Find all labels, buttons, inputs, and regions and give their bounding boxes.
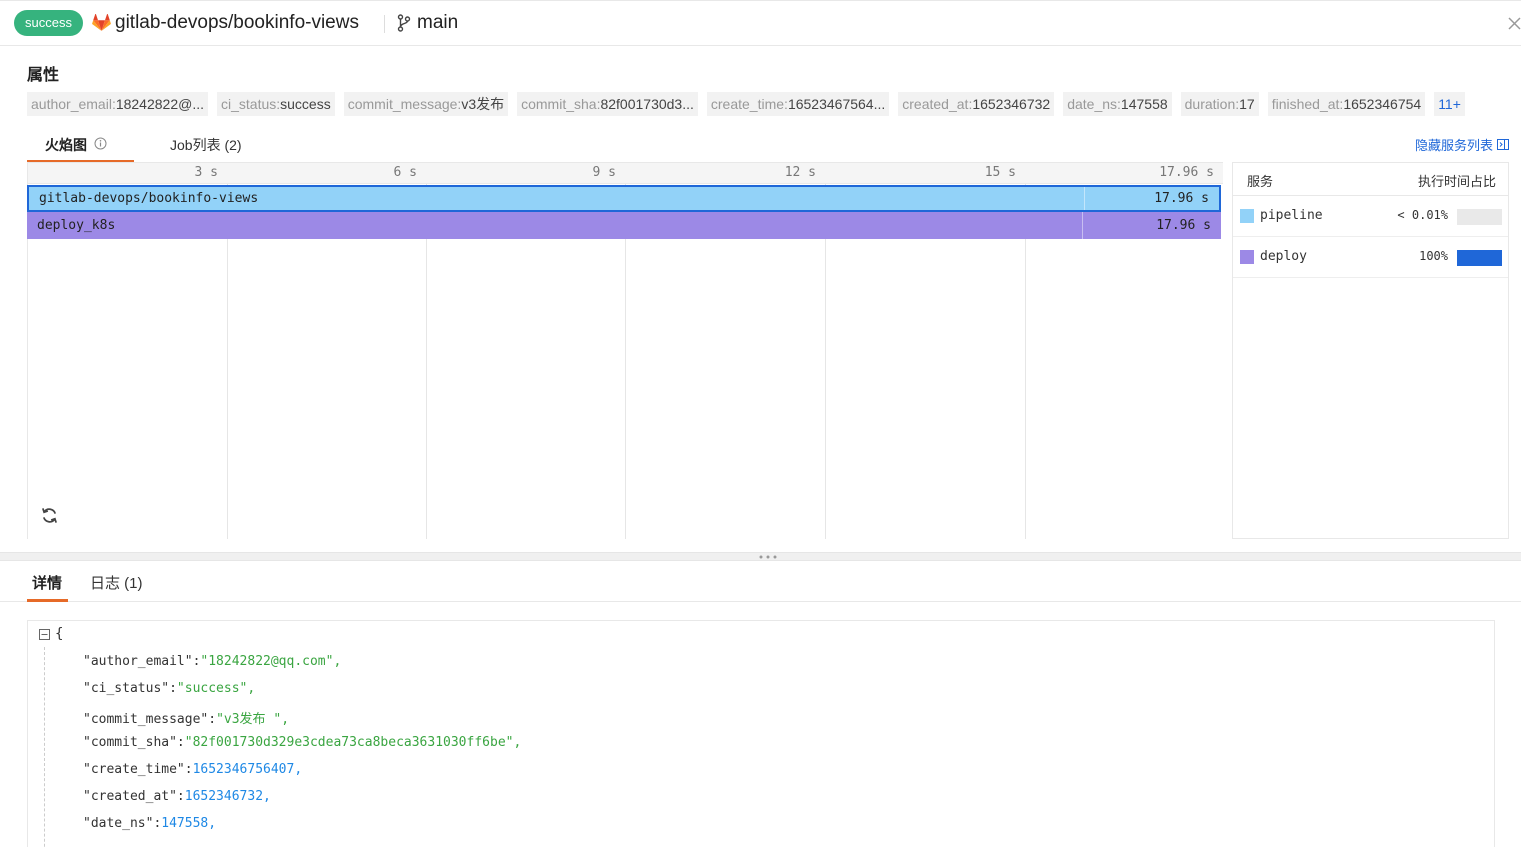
json-open-brace: { xyxy=(55,626,64,642)
services-col-ratio: 执行时间占比 xyxy=(1417,174,1496,189)
service-pct: 100% xyxy=(1419,249,1448,263)
git-branch-icon xyxy=(397,14,411,32)
tick-label: 12 s xyxy=(784,165,816,180)
service-pct: < 0.01% xyxy=(1397,208,1448,222)
flame-bar-time: 17.96 s xyxy=(1156,218,1211,233)
panel-collapse-icon xyxy=(1497,139,1509,150)
properties-title: 属性 xyxy=(27,67,60,84)
info-icon[interactable] xyxy=(94,137,107,150)
tick-label: 15 s xyxy=(984,165,1016,180)
drag-handle-icon xyxy=(759,555,777,559)
property-tag[interactable]: create_time:16523467564... xyxy=(706,92,890,116)
repo-name[interactable]: gitlab-devops/bookinfo-views xyxy=(115,12,359,34)
json-line: "commit_sha":"82f001730d329e3cdea73ca8be… xyxy=(83,735,522,750)
view-tabs: 火焰图 Job列表 (2) 隐藏服务列表 xyxy=(27,128,1509,162)
service-color-swatch xyxy=(1240,209,1254,223)
tab-details[interactable]: 详情 xyxy=(27,561,68,602)
service-ratio-bar xyxy=(1457,250,1502,266)
property-tag[interactable]: date_ns:147558 xyxy=(1063,92,1172,116)
status-badge: success xyxy=(14,10,83,36)
property-tag[interactable]: created_at:1652346732 xyxy=(898,92,1055,116)
tab-flame-graph-label: 火焰图 xyxy=(45,137,87,153)
flame-bar-pipeline[interactable]: gitlab-devops/bookinfo-views 17.96 s xyxy=(27,185,1221,212)
branch-name[interactable]: main xyxy=(417,12,458,34)
header-divider xyxy=(384,15,385,33)
resize-splitter[interactable] xyxy=(0,552,1521,561)
tab-details-label: 详情 xyxy=(32,575,63,592)
detail-tabs: 详情 日志 (1) xyxy=(0,561,1521,602)
more-tags-button[interactable]: 11+ xyxy=(1434,92,1465,116)
bar-separator xyxy=(1082,212,1083,239)
services-header: 服务 执行时间占比 xyxy=(1233,163,1508,196)
time-axis: 3 s 6 s 9 s 12 s 15 s 17.96 s xyxy=(28,162,1223,184)
refresh-icon[interactable] xyxy=(40,506,59,525)
json-line: "date_ns":147558, xyxy=(83,816,217,831)
service-row-pipeline[interactable]: pipeline < 0.01% xyxy=(1233,196,1508,237)
services-col-service: 服务 xyxy=(1247,174,1274,189)
json-line: "ci_status":"success", xyxy=(83,681,256,696)
property-tag[interactable]: finished_at:1652346754 xyxy=(1267,92,1426,116)
property-tags: author_email:18242822@... ci_status:succ… xyxy=(27,92,1465,116)
tab-flame-graph[interactable]: 火焰图 xyxy=(27,128,134,162)
flame-bar-deploy[interactable]: deploy_k8s 17.96 s xyxy=(27,212,1221,239)
tick-label: 9 s xyxy=(592,165,616,180)
tick-label: 17.96 s xyxy=(1159,165,1214,180)
service-ratio-bar xyxy=(1457,209,1502,225)
hide-services-label: 隐藏服务列表 xyxy=(1414,138,1493,153)
service-name: pipeline xyxy=(1260,208,1323,223)
service-name: deploy xyxy=(1260,249,1307,264)
flame-bar-time: 17.96 s xyxy=(1154,191,1209,206)
service-row-deploy[interactable]: deploy 100% xyxy=(1233,237,1508,278)
tab-job-list[interactable]: Job列表 (2) xyxy=(170,135,242,155)
json-indent-guide xyxy=(44,647,45,847)
property-tag[interactable]: duration:17 xyxy=(1180,92,1259,116)
close-icon[interactable] xyxy=(1507,16,1521,31)
tick-label: 3 s xyxy=(194,165,218,180)
services-panel: 服务 执行时间占比 pipeline < 0.01% deploy 100% xyxy=(1232,162,1509,539)
tick-label: 6 s xyxy=(393,165,417,180)
property-tag[interactable]: ci_status:success xyxy=(217,92,335,116)
flame-bar-label: deploy_k8s xyxy=(37,218,116,233)
property-tag[interactable]: commit_sha:82f001730d3... xyxy=(517,92,698,116)
property-tag[interactable]: author_email:18242822@... xyxy=(27,92,208,116)
header-bar: success gitlab-devops/bookinfo-views mai… xyxy=(0,0,1521,46)
property-tag[interactable]: commit_message:v3发布 xyxy=(343,92,509,116)
json-line: "author_email":"18242822@qq.com", xyxy=(83,654,342,669)
json-viewer: { "author_email":"18242822@qq.com", "ci_… xyxy=(27,620,1495,847)
json-line: "create_time":1652346756407, xyxy=(83,762,303,777)
json-line: "created_at":1652346732, xyxy=(83,789,271,804)
flame-bar-label: gitlab-devops/bookinfo-views xyxy=(39,191,259,206)
bar-separator xyxy=(1084,187,1085,210)
hide-services-button[interactable]: 隐藏服务列表 xyxy=(1415,135,1509,154)
gitlab-logo-icon xyxy=(92,14,111,31)
collapse-icon[interactable] xyxy=(39,629,50,640)
tab-logs[interactable]: 日志 (1) xyxy=(90,572,143,593)
service-color-swatch xyxy=(1240,250,1254,264)
json-line: "commit_message":"v3发布 ", xyxy=(83,712,290,727)
